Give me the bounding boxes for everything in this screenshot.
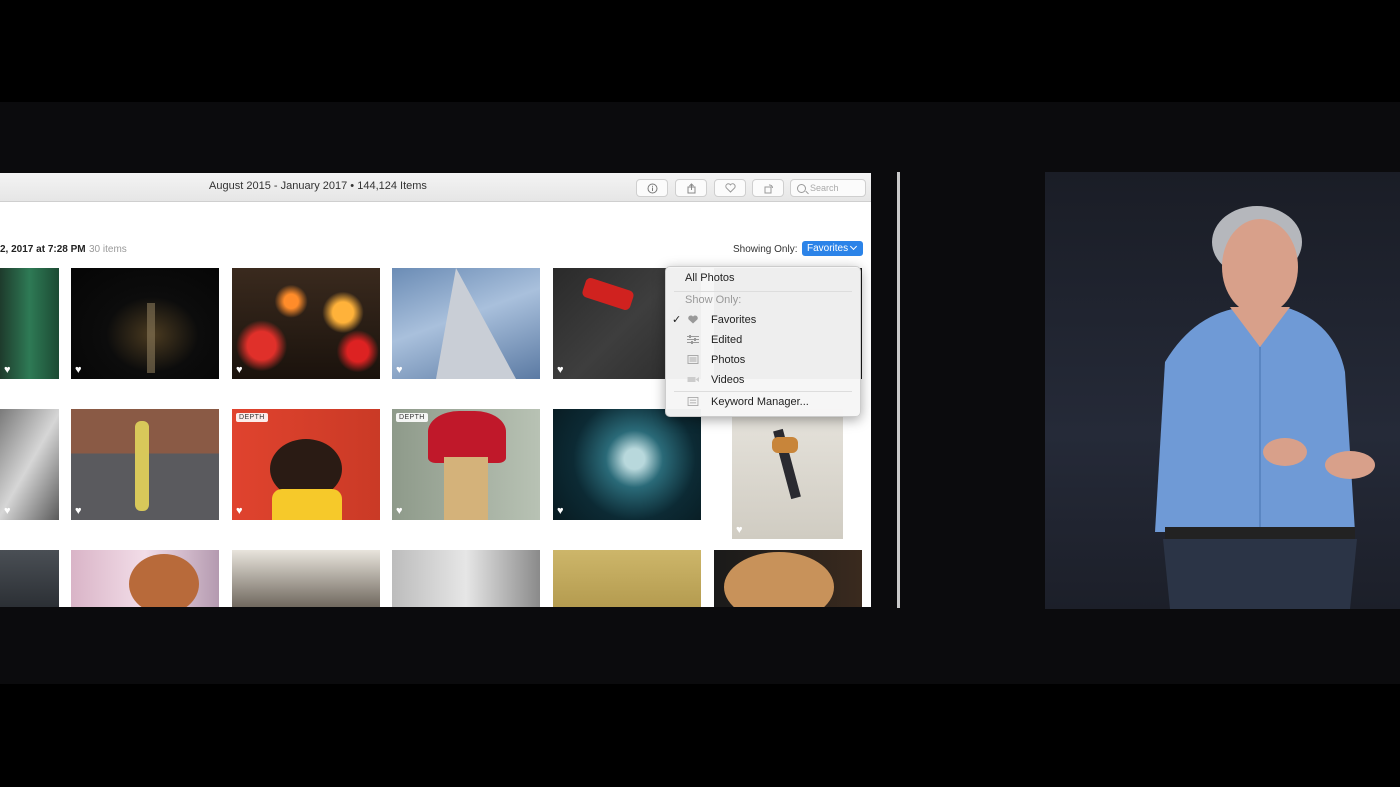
info-button[interactable] [636, 179, 668, 197]
heart-icon: ♥ [557, 364, 564, 376]
menu-item-favorites[interactable]: ✓ Favorites [666, 311, 860, 329]
search-icon [797, 183, 806, 193]
menu-item-all-photos[interactable]: All Photos [666, 269, 860, 287]
moment-count: 30 items [89, 244, 127, 255]
photo-icon [687, 355, 699, 364]
heart-icon: ♥ [236, 364, 243, 376]
photo-thumbnail[interactable]: ♥ [732, 409, 843, 539]
share-icon [687, 182, 695, 193]
photo-thumbnail[interactable]: ♥ [0, 409, 59, 520]
checkmark-icon: ✓ [672, 314, 682, 326]
photo-thumbnail[interactable]: ♥ [392, 268, 540, 379]
heart-icon: ♥ [4, 505, 11, 517]
search-field[interactable]: Search [790, 179, 866, 197]
rotate-icon [764, 183, 773, 193]
photo-thumbnail[interactable]: DEPTH ♥ [232, 409, 380, 520]
title-bar: August 2015 - January 2017 • 144,124 Ite… [0, 173, 871, 202]
heart-icon: ♥ [557, 505, 564, 517]
photo-thumbnail[interactable]: ♥ [71, 268, 219, 379]
rotate-button[interactable] [752, 179, 784, 197]
menu-item-photos[interactable]: Photos [666, 351, 860, 369]
presenter-video [1045, 172, 1400, 609]
menu-section-label: Show Only: [685, 294, 742, 306]
heart-icon: ♥ [236, 505, 243, 517]
depth-badge: DEPTH [396, 413, 428, 422]
moment-date: 2, 2017 at 7:28 PM [0, 244, 86, 255]
chevron-down-icon [850, 242, 858, 251]
filter-selected: Favorites [807, 243, 849, 254]
heart-icon: ♥ [4, 364, 11, 376]
photo-thumbnail[interactable]: DEPTH ♥ [392, 409, 540, 520]
search-placeholder: Search [810, 183, 839, 193]
heart-icon [724, 183, 736, 193]
filter-menu: All Photos Show Only: ✓ Favorites Edited… [665, 266, 861, 417]
filter-label: Showing Only: [733, 244, 798, 255]
depth-badge: DEPTH [236, 413, 268, 422]
photo-thumbnail[interactable]: ♥ [0, 268, 59, 379]
photo-thumbnail[interactable] [71, 550, 219, 607]
photos-window: August 2015 - January 2017 • 144,124 Ite… [0, 173, 871, 607]
photo-thumbnail[interactable] [553, 550, 701, 607]
window-title: August 2015 - January 2017 • 144,124 Ite… [209, 180, 427, 192]
photo-thumbnail[interactable]: ♥ [232, 268, 380, 379]
photo-thumbnail[interactable] [232, 550, 380, 607]
video-icon [687, 377, 699, 382]
sliders-icon [687, 335, 699, 344]
heart-icon: ♥ [75, 505, 82, 517]
heart-icon: ♥ [396, 364, 403, 376]
menu-item-edited[interactable]: Edited [666, 331, 860, 349]
screen-divider [897, 172, 900, 608]
heart-icon [688, 315, 698, 324]
filter-dropdown[interactable]: Favorites [802, 241, 863, 256]
info-icon [647, 183, 657, 193]
share-button[interactable] [675, 179, 707, 197]
menu-item-videos[interactable]: Videos [666, 371, 860, 389]
photo-thumbnail[interactable]: ♥ [553, 409, 701, 520]
photo-thumbnail[interactable]: ♥ [71, 409, 219, 520]
heart-icon: ♥ [396, 505, 403, 517]
keyword-icon [687, 397, 699, 406]
photo-thumbnail[interactable] [0, 550, 59, 607]
photo-thumbnail[interactable] [714, 550, 862, 607]
heart-icon: ♥ [75, 364, 82, 376]
presenter-image [1155, 206, 1375, 609]
favorite-button[interactable] [714, 179, 746, 197]
menu-separator [674, 391, 852, 392]
menu-item-keyword-manager[interactable]: Keyword Manager... [666, 393, 860, 411]
photo-thumbnail[interactable] [392, 550, 540, 607]
heart-icon: ♥ [736, 524, 743, 536]
